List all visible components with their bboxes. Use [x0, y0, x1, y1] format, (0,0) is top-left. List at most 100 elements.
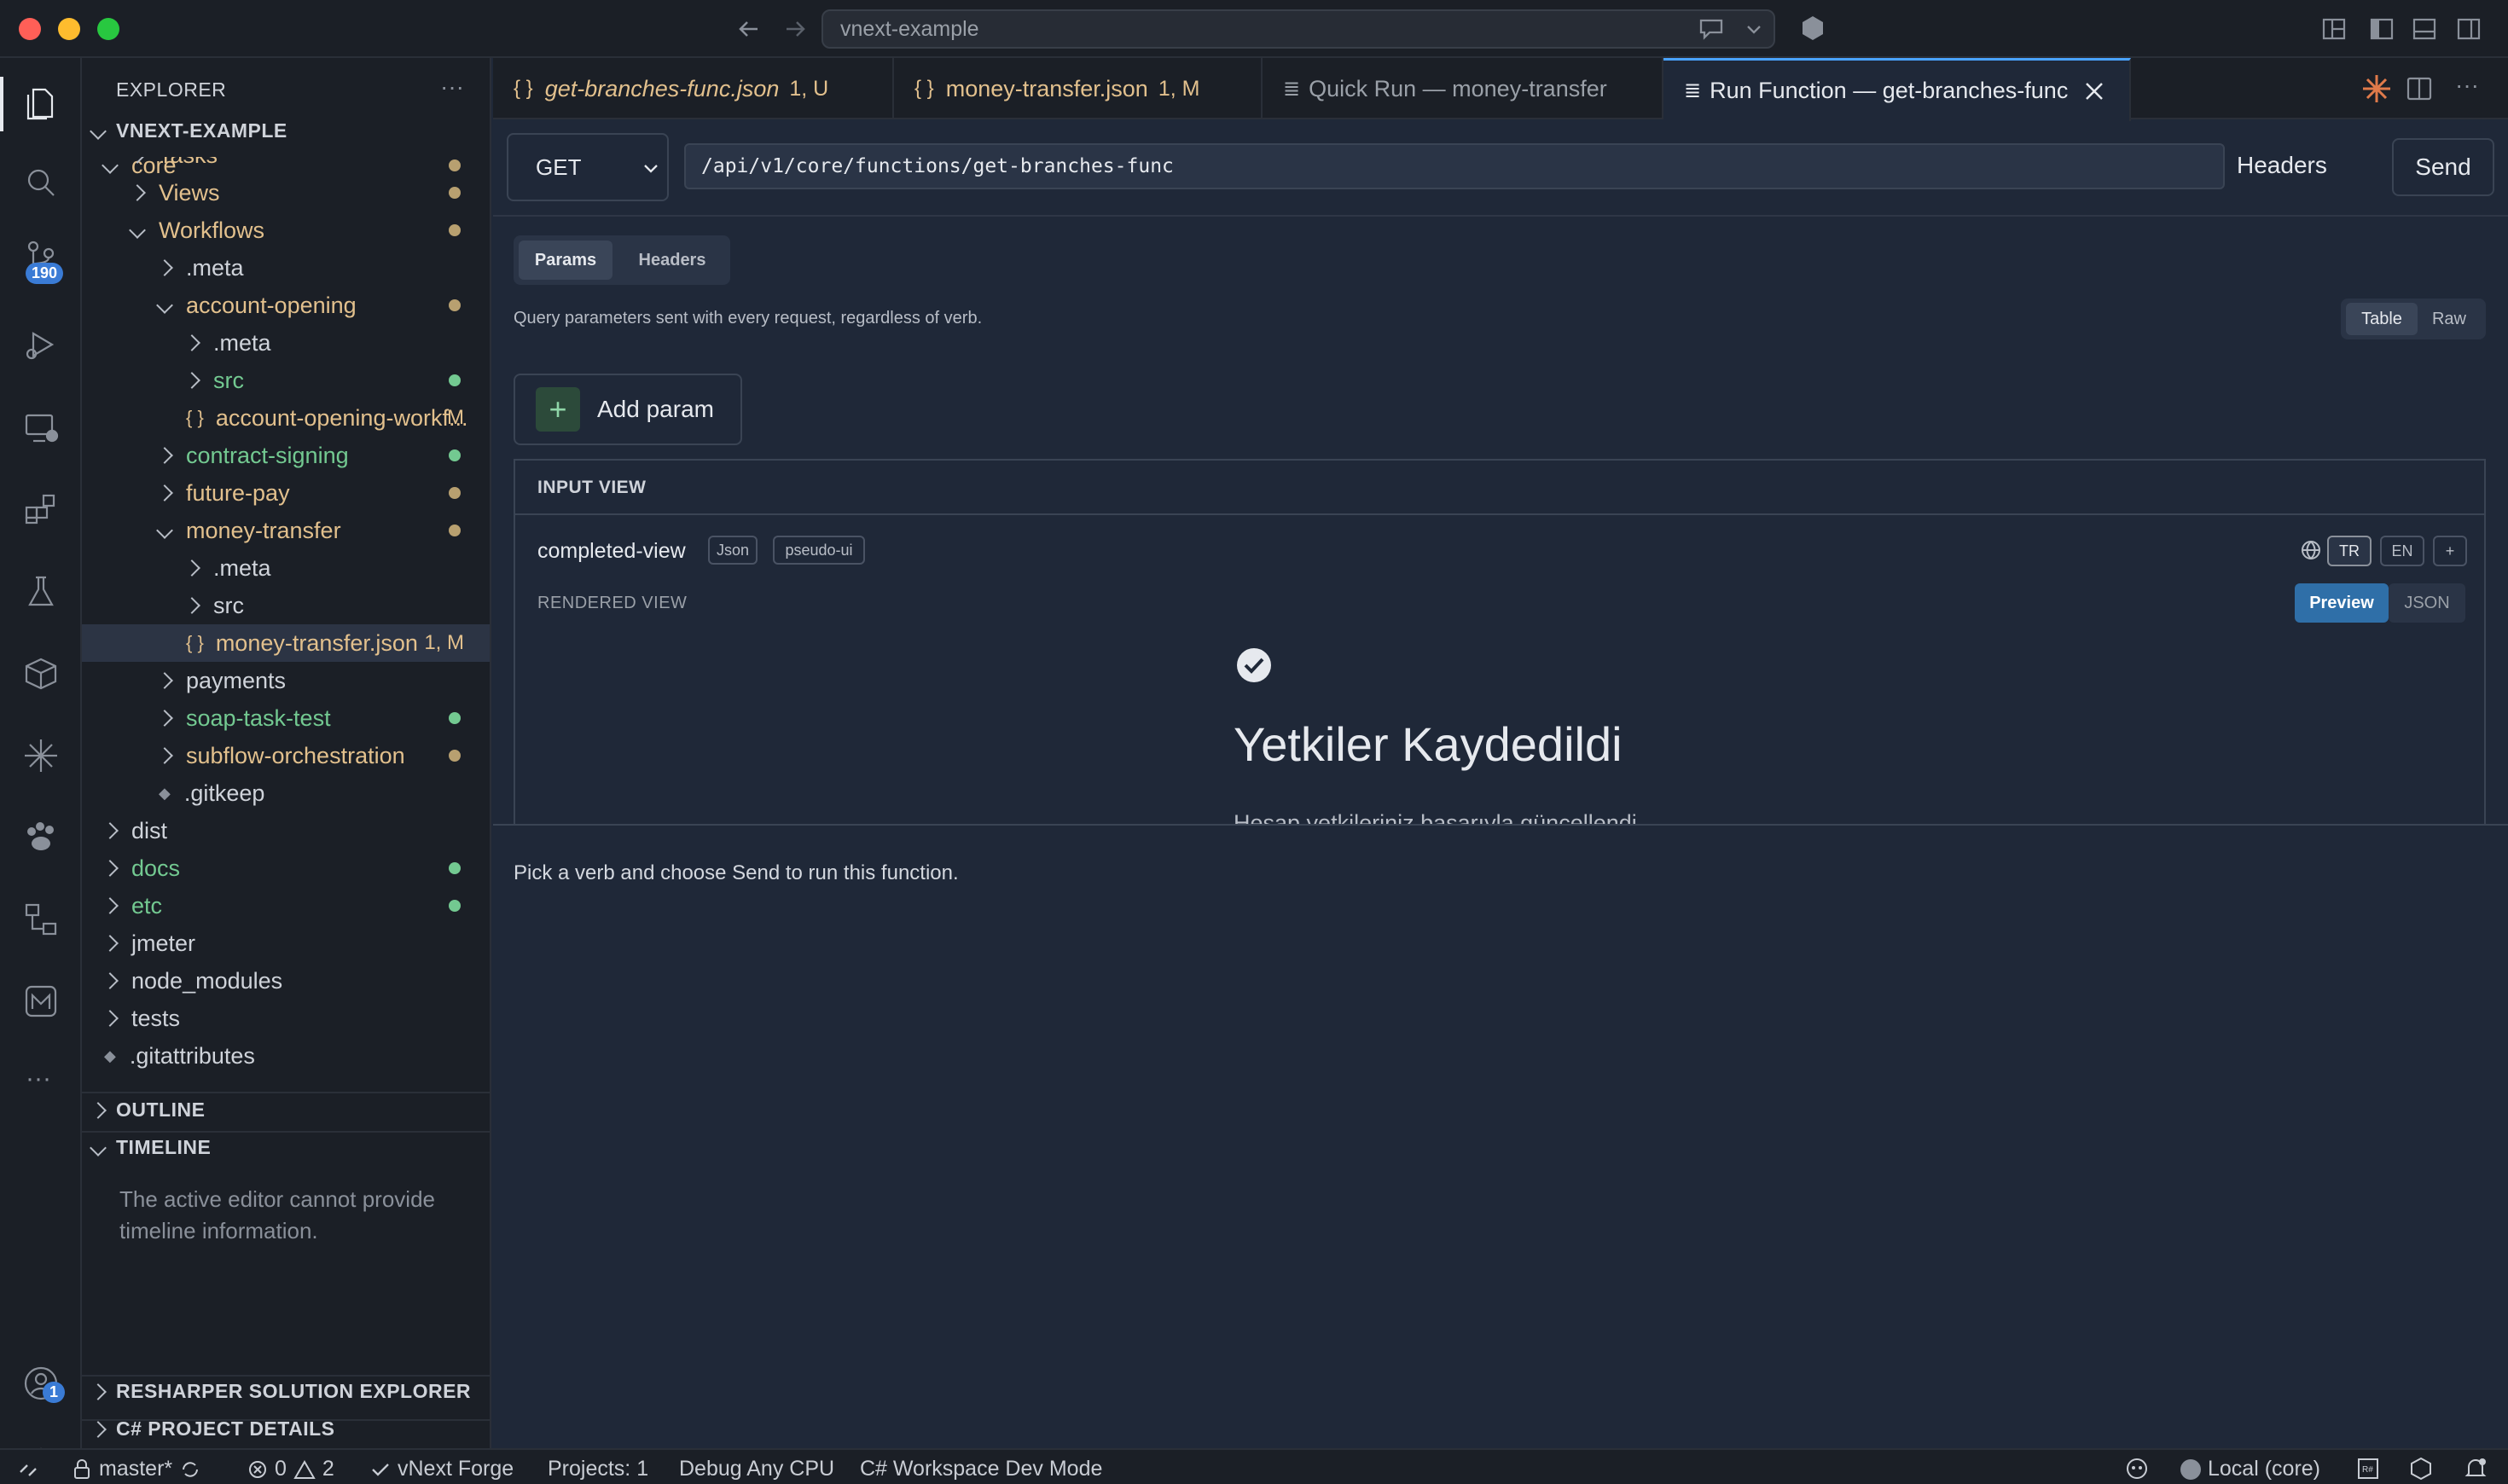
tree-item[interactable]: payments [82, 662, 490, 699]
chevron-right-icon [183, 597, 200, 614]
toggle-raw[interactable]: Raw [2418, 303, 2481, 335]
split-editor-icon[interactable] [2406, 75, 2433, 102]
close-tab-icon[interactable] [2083, 80, 2105, 102]
tab-run-function[interactable]: ≣ Run Function — get-branches-func [1663, 58, 2131, 121]
containers-icon[interactable] [19, 652, 63, 696]
forge-indicator[interactable]: vNext Forge [370, 1457, 514, 1481]
tab-params[interactable]: Params [519, 241, 612, 280]
tree-item[interactable]: ◆ .gitattributes [82, 1037, 490, 1075]
activity-bar: 190 ··· 1 [0, 58, 82, 1476]
toggle-secondary-sidebar-icon[interactable] [2455, 15, 2482, 43]
tree-item[interactable]: money-transfer [82, 512, 490, 549]
toggle-panel-icon[interactable] [2411, 15, 2438, 43]
workspace-root[interactable]: VNEXT-EXAMPLE [90, 119, 287, 142]
chevron-right-icon [102, 1010, 119, 1027]
tab-quick-run[interactable]: ≣ Quick Run — money-transfer [1263, 58, 1663, 119]
tree-item[interactable]: etc [82, 887, 490, 925]
maximize-window-button[interactable] [97, 18, 119, 40]
copilot-status-icon[interactable] [2124, 1457, 2150, 1481]
tree-item[interactable]: src [82, 587, 490, 624]
tree-item[interactable]: jmeter [82, 925, 490, 962]
claude-icon[interactable] [19, 733, 63, 778]
tree-item[interactable]: dist [82, 812, 490, 849]
toggle-primary-sidebar-icon[interactable] [2368, 15, 2395, 43]
chevron-right-icon [183, 334, 200, 351]
remote-indicator[interactable] [17, 1457, 39, 1479]
markdown-icon[interactable] [19, 979, 63, 1023]
toggle-table[interactable]: Table [2346, 303, 2418, 335]
minimize-window-button[interactable] [58, 18, 80, 40]
tree-item[interactable]: .meta [82, 324, 490, 362]
environment-indicator[interactable]: Local (core) [2180, 1457, 2320, 1481]
workflow-icon[interactable] [19, 897, 63, 942]
tree-item[interactable]: src [82, 362, 490, 399]
more-actions-icon[interactable]: ··· [440, 73, 464, 101]
outline-section[interactable]: OUTLINE [90, 1099, 205, 1122]
paw-icon[interactable] [19, 815, 63, 860]
copilot-icon[interactable] [1798, 14, 1827, 43]
command-center-search[interactable]: vnext-example [821, 9, 1775, 49]
resharper-section[interactable]: RESHARPER SOLUTION EXPLORER [90, 1380, 471, 1403]
customize-layout-icon[interactable] [2320, 15, 2348, 43]
preview-file-icon: ≣ [1283, 77, 1301, 101]
tree-item[interactable]: future-pay [82, 474, 490, 512]
input-view-panel: INPUT VIEW completed-view Json pseudo-ui… [514, 459, 2486, 826]
workspace-mode-indicator[interactable]: C# Workspace Dev Mode [860, 1457, 1102, 1481]
tree-item[interactable]: Views [82, 174, 490, 212]
run-debug-icon[interactable] [19, 322, 63, 367]
tab-money-transfer-json[interactable]: { } money-transfer.json 1, M [894, 58, 1263, 119]
chevron-down-icon [644, 165, 658, 173]
lang-en-button[interactable]: EN [2380, 536, 2424, 566]
more-icon[interactable]: ··· [26, 1064, 51, 1093]
projects-indicator[interactable]: Projects: 1 [548, 1457, 648, 1481]
tree-item[interactable]: subflow-orchestration [82, 737, 490, 774]
tree-item[interactable]: soap-task-test [82, 699, 490, 737]
send-button[interactable]: Send [2392, 138, 2494, 196]
tab-get-branches-func-json[interactable]: { } get-branches-func.json 1, U [493, 58, 894, 119]
extensions-icon[interactable] [19, 488, 63, 532]
remote-explorer-icon[interactable] [19, 406, 63, 450]
search-icon[interactable] [19, 160, 63, 205]
chevron-down-icon[interactable] [1744, 19, 1764, 39]
tree-item[interactable]: .meta [82, 549, 490, 587]
tree-item[interactable]: account-opening [82, 287, 490, 324]
json-button[interactable]: JSON [2389, 583, 2465, 623]
close-window-button[interactable] [19, 18, 41, 40]
git-status-dot [449, 900, 461, 912]
debug-config-indicator[interactable]: Debug Any CPU [679, 1457, 834, 1481]
tree-item[interactable]: Tasks [82, 157, 490, 174]
tree-item[interactable]: { } account-opening-workf... M [82, 399, 490, 437]
tree-item[interactable]: contract-signing [82, 437, 490, 474]
lang-add-button[interactable]: + [2433, 536, 2467, 566]
more-actions-icon[interactable]: ··· [2455, 72, 2479, 99]
branch-indicator[interactable]: master* [72, 1457, 201, 1481]
chevron-right-icon [90, 1101, 107, 1119]
tree-item[interactable]: .meta [82, 249, 490, 287]
preview-button[interactable]: Preview [2295, 583, 2389, 623]
tree-item[interactable]: ◆ .gitkeep [82, 774, 490, 812]
headers-button[interactable]: Headers [2237, 152, 2327, 179]
forward-arrow-icon[interactable] [783, 17, 807, 41]
chevron-right-icon [129, 157, 146, 164]
tree-item[interactable]: docs [82, 849, 490, 887]
url-input[interactable]: /api/v1/core/functions/get-branches-func [684, 143, 2225, 189]
explorer-icon[interactable] [19, 82, 63, 126]
tree-item[interactable]: { } money-transfer.json 1, M [82, 624, 490, 662]
lang-tr-button[interactable]: TR [2327, 536, 2372, 566]
tab-headers[interactable]: Headers [619, 241, 725, 280]
chat-icon[interactable] [1698, 15, 1727, 43]
timeline-section[interactable]: TIMELINE [90, 1136, 211, 1159]
add-param-button[interactable]: + Add param [514, 374, 742, 445]
tree-item[interactable]: Workflows [82, 212, 490, 249]
back-arrow-icon[interactable] [737, 17, 761, 41]
verb-select[interactable]: GET [507, 133, 669, 201]
testing-icon[interactable] [19, 570, 63, 614]
tree-item[interactable]: node_modules [82, 962, 490, 1000]
resharper-icon[interactable]: R# [2356, 1457, 2380, 1481]
claude-icon[interactable] [2361, 73, 2392, 104]
csharp-details-section[interactable]: C# PROJECT DETAILS [90, 1417, 335, 1441]
problems-indicator[interactable]: 0 2 [247, 1457, 334, 1481]
notifications-bell-icon[interactable] [2464, 1457, 2488, 1481]
tree-item[interactable]: tests [82, 1000, 490, 1037]
csharp-icon[interactable] [2409, 1457, 2433, 1481]
